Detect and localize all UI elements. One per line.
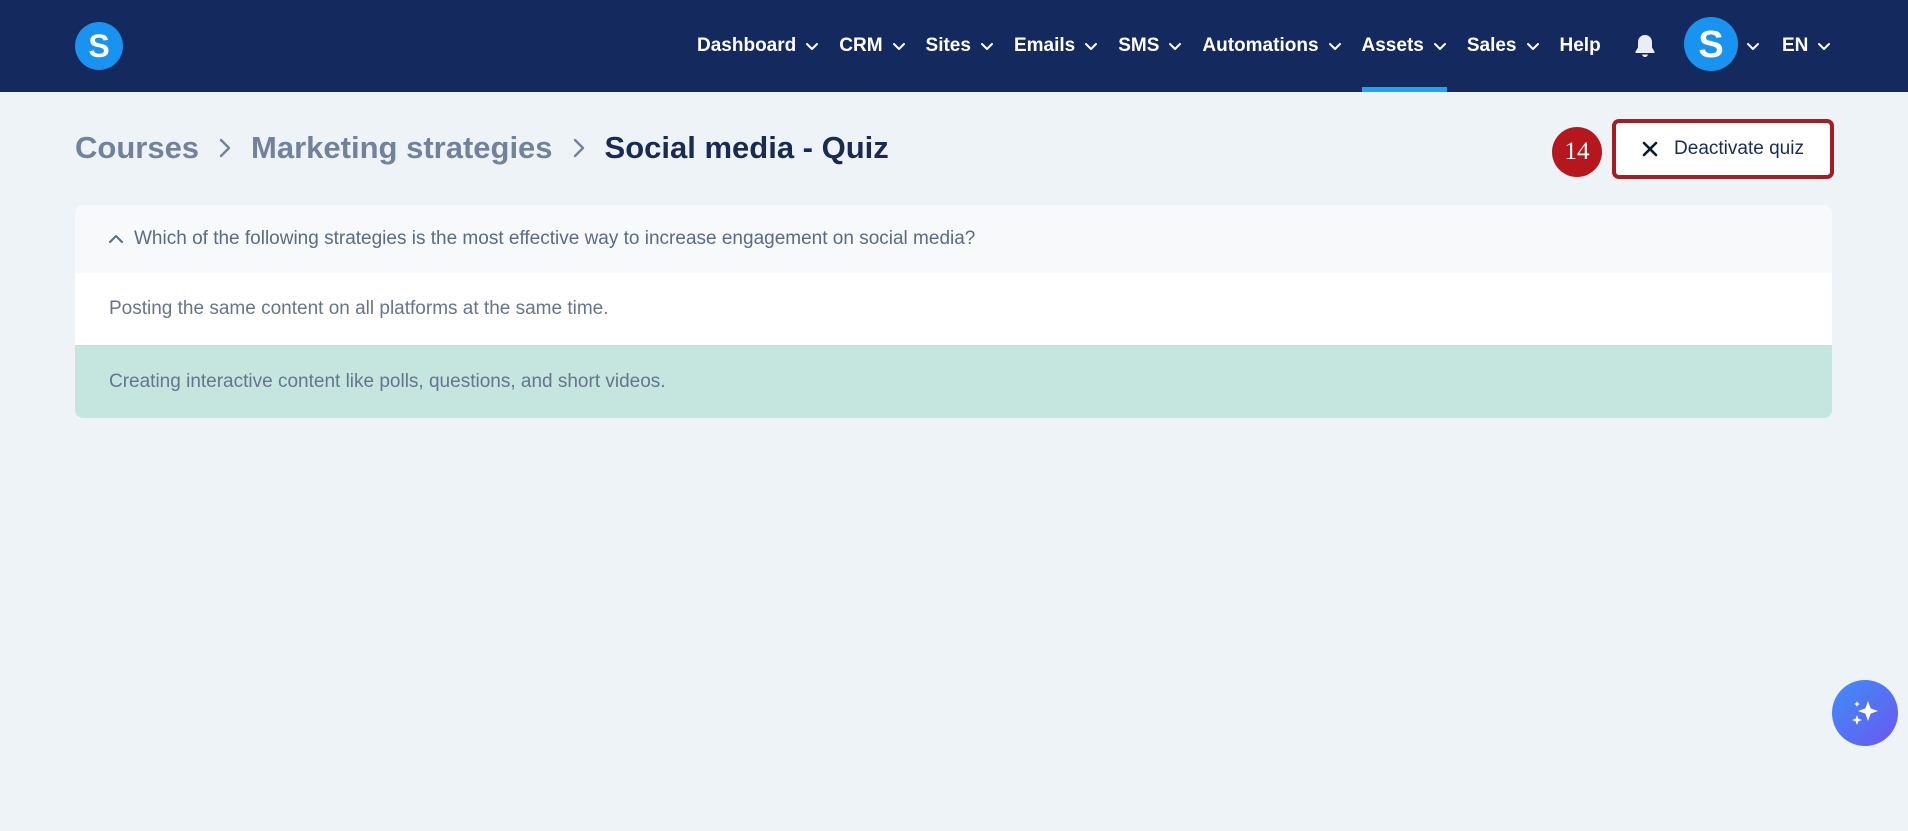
notifications-bell-icon[interactable] <box>1632 32 1658 60</box>
main-nav: Dashboard CRM Sites Emails SMS Automations Ass… <box>697 0 1621 92</box>
logo-letter-icon: S <box>88 29 109 63</box>
breadcrumb-courses[interactable]: Courses <box>75 130 199 166</box>
user-avatar[interactable]: S <box>1684 17 1738 71</box>
page-title: Social media - Quiz <box>604 130 889 165</box>
nav-item-sales[interactable]: Sales <box>1467 0 1540 92</box>
sparkles-icon <box>1852 701 1878 725</box>
avatar-chevron-down-icon[interactable] <box>1746 38 1760 56</box>
question-header[interactable]: Which of the following strategies is the… <box>75 205 1832 273</box>
answer-option-correct[interactable]: Creating interactive content like polls,… <box>75 345 1832 418</box>
chevron-down-icon <box>1328 42 1342 51</box>
chevron-right-icon <box>573 138 585 158</box>
chevron-down-icon <box>805 42 819 51</box>
chevron-down-icon <box>1168 42 1182 51</box>
nav-item-label: SMS <box>1118 35 1160 56</box>
nav-item-label: Sales <box>1466 35 1517 56</box>
nav-item-label: CRM <box>839 35 883 56</box>
nav-item-label: Emails <box>1013 35 1076 56</box>
answer-option[interactable]: Posting the same content on all platform… <box>75 273 1832 345</box>
nav-item-label: Help <box>1559 35 1601 56</box>
nav-item-automations[interactable]: Automations <box>1202 0 1341 92</box>
nav-item-label: Automations <box>1202 35 1319 56</box>
quiz-question-card: Which of the following strategies is the… <box>75 205 1832 418</box>
chevron-down-icon <box>1433 42 1447 51</box>
ai-assistant-button[interactable] <box>1832 680 1898 746</box>
breadcrumb: Courses Marketing strategies Social medi… <box>75 128 889 168</box>
top-navigation-bar: S Dashboard CRM Sites Emails SMS Automations A… <box>0 0 1908 92</box>
language-selector[interactable]: EN <box>1782 0 1831 92</box>
chevron-down-icon <box>1526 42 1540 51</box>
question-text: Which of the following strategies is the… <box>134 228 976 249</box>
deactivate-quiz-label: Deactivate quiz <box>1674 138 1804 159</box>
app-logo[interactable]: S <box>75 22 123 70</box>
avatar-letter-icon: S <box>1698 24 1723 64</box>
svg-text:S: S <box>88 29 109 63</box>
close-icon <box>1642 141 1658 157</box>
nav-item-assets[interactable]: Assets <box>1361 0 1448 92</box>
chevron-down-icon <box>1084 42 1098 51</box>
nav-item-label: Sites <box>925 35 971 56</box>
chevron-down-icon <box>980 42 994 51</box>
chevron-right-icon <box>219 138 231 158</box>
nav-item-label: Dashboard <box>697 35 797 56</box>
nav-item-emails[interactable]: Emails <box>1014 0 1098 92</box>
svg-text:S: S <box>1698 24 1723 64</box>
nav-item-label: Assets <box>1361 35 1424 56</box>
nav-item-sites[interactable]: Sites <box>926 0 994 92</box>
chevron-down-icon <box>1817 42 1831 51</box>
language-label: EN <box>1782 35 1809 56</box>
nav-item-dashboard[interactable]: Dashboard <box>697 0 819 92</box>
nav-item-crm[interactable]: CRM <box>839 0 905 92</box>
chevron-up-icon <box>108 234 124 244</box>
breadcrumb-marketing-strategies[interactable]: Marketing strategies <box>251 130 553 166</box>
nav-item-sms[interactable]: SMS <box>1118 0 1182 92</box>
nav-item-help[interactable]: Help <box>1560 0 1601 92</box>
answer-text: Creating interactive content like polls,… <box>109 370 666 392</box>
step-number-badge: 14 <box>1552 127 1602 177</box>
chevron-down-icon <box>892 42 906 51</box>
answer-text: Posting the same content on all platform… <box>109 298 609 319</box>
deactivate-quiz-button[interactable]: Deactivate quiz <box>1612 119 1834 179</box>
